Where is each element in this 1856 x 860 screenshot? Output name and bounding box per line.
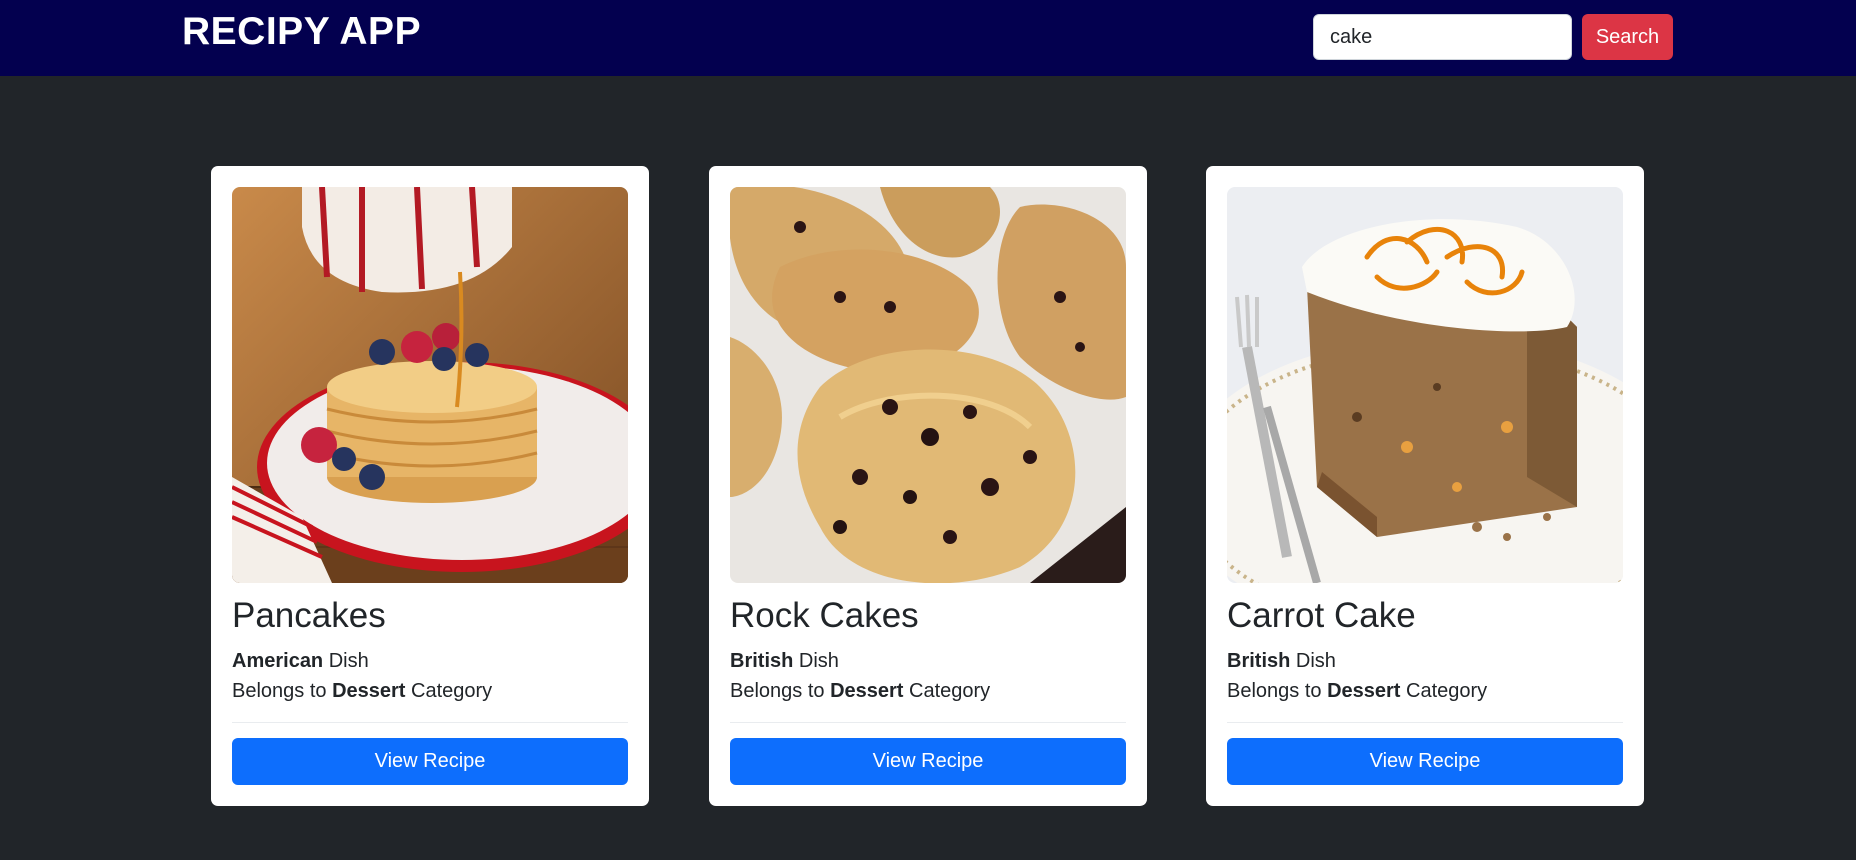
view-recipe-button[interactable]: View Recipe <box>232 738 628 785</box>
category-prefix: Belongs to <box>1227 680 1328 702</box>
category-prefix: Belongs to <box>730 680 831 702</box>
card-divider <box>730 722 1126 723</box>
recipe-title: Pancakes <box>232 596 386 635</box>
recipe-card: Carrot Cake British Dish Belongs to Dess… <box>1206 166 1644 806</box>
recipe-title: Rock Cakes <box>730 596 919 635</box>
recipe-title: Carrot Cake <box>1227 596 1416 635</box>
recipe-category: Belongs to Dessert Category <box>730 680 990 703</box>
search-button[interactable]: Search <box>1582 14 1673 60</box>
area-suffix: Dish <box>793 650 839 672</box>
recipe-card: Pancakes American Dish Belongs to Desser… <box>211 166 649 806</box>
category-suffix: Category <box>903 680 991 702</box>
recipe-category: Belongs to Dessert Category <box>1227 680 1487 703</box>
area-suffix: Dish <box>1290 650 1336 672</box>
category-prefix: Belongs to <box>232 680 333 702</box>
recipe-category: Belongs to Dessert Category <box>232 680 492 703</box>
recipe-area: British Dish <box>1227 650 1336 673</box>
card-divider <box>232 722 628 723</box>
area-suffix: Dish <box>323 650 369 672</box>
area-name: British <box>1227 650 1291 672</box>
rock-cakes-photo <box>730 187 1126 583</box>
category-name: Dessert <box>1327 680 1401 702</box>
recipe-image <box>1227 187 1623 583</box>
app-brand[interactable]: RECIPY APP <box>182 10 421 54</box>
recipe-card: Rock Cakes British Dish Belongs to Desse… <box>709 166 1147 806</box>
category-suffix: Category <box>1400 680 1488 702</box>
card-divider <box>1227 722 1623 723</box>
view-recipe-button[interactable]: View Recipe <box>730 738 1126 785</box>
area-name: American <box>232 650 324 672</box>
pancakes-photo <box>232 187 628 583</box>
category-suffix: Category <box>405 680 493 702</box>
carrot-cake-photo <box>1227 187 1623 583</box>
navbar: RECIPY APP Search <box>0 0 1856 76</box>
recipe-image <box>730 187 1126 583</box>
category-name: Dessert <box>332 680 406 702</box>
recipe-image <box>232 187 628 583</box>
area-name: British <box>730 650 794 672</box>
recipe-area: American Dish <box>232 650 369 673</box>
recipe-area: British Dish <box>730 650 839 673</box>
view-recipe-button[interactable]: View Recipe <box>1227 738 1623 785</box>
search-input[interactable] <box>1313 14 1572 60</box>
category-name: Dessert <box>830 680 904 702</box>
